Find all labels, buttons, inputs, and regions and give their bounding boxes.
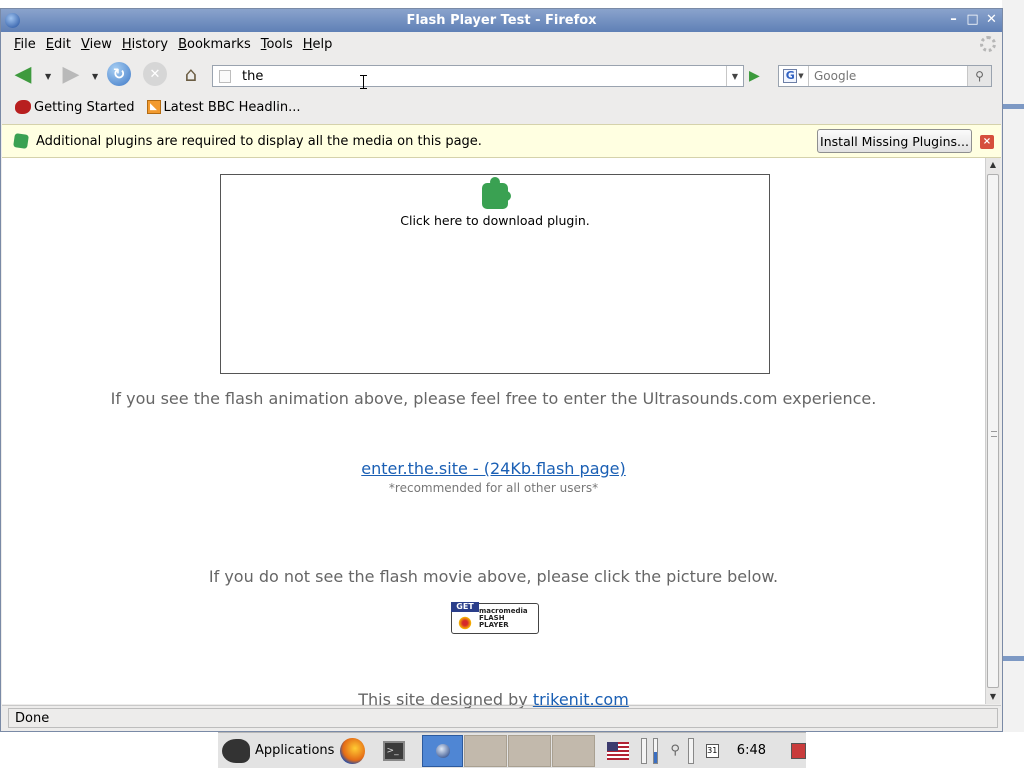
reload-icon[interactable]: ↻ [107, 62, 131, 86]
enter-site-link[interactable]: enter.the.site - (24Kb.flash page) [361, 459, 625, 478]
menu-help[interactable]: Help [298, 37, 338, 52]
window-title: Flash Player Test - Firefox [406, 13, 597, 28]
workspace-1[interactable] [464, 734, 508, 767]
notification-message: Additional plugins are required to displ… [36, 133, 482, 149]
rss-feed-icon: ◣ [146, 100, 161, 114]
menu-history[interactable]: History [117, 37, 173, 52]
close-icon[interactable]: × [980, 135, 994, 149]
menu-bar: File Edit View History Bookmarks Tools H… [1, 32, 1002, 56]
applications-menu[interactable]: Applications [222, 738, 335, 763]
window-controls: – □ ✕ [947, 12, 998, 27]
badge-text: macromedia FLASH PLAYER [479, 608, 528, 629]
flash-logo-icon [458, 616, 472, 630]
keyboard-layout-flag-icon[interactable] [606, 741, 629, 760]
minimize-button[interactable]: – [947, 12, 960, 27]
page-content: Click here to download plugin. If you se… [2, 158, 985, 709]
menu-bookmarks[interactable]: Bookmarks [173, 37, 256, 52]
firefox-launcher-icon[interactable] [340, 737, 365, 764]
menu-tools[interactable]: Tools [256, 37, 298, 52]
maximize-button[interactable]: □ [966, 12, 979, 27]
plugin-notification-bar: Additional plugins are required to displ… [2, 124, 1001, 158]
search-bar: G ▼ ⚲ [778, 65, 992, 87]
flash-intro-text: If you see the flash animation above, pl… [110, 389, 877, 408]
download-plugin-text[interactable]: Click here to download plugin. [221, 213, 769, 228]
url-input[interactable] [240, 67, 710, 85]
home-icon[interactable]: ⌂ [179, 62, 203, 86]
enter-site-line: enter.the.site - (24Kb.flash page) [2, 459, 985, 478]
desktop-background [1002, 0, 1024, 732]
bookmarks-toolbar: Getting Started ◣ Latest BBC Headlin... [1, 92, 1002, 122]
close-window-button[interactable]: ✕ [985, 12, 998, 27]
google-icon: G [783, 69, 798, 83]
taskbar: Applications >_ ⚲ 31 6:48 [218, 732, 806, 768]
text-cursor-icon [360, 75, 369, 89]
menu-edit[interactable]: Edit [41, 37, 76, 52]
scroll-grip-icon [991, 431, 997, 437]
url-bar: ▼ [212, 65, 744, 87]
status-text: Done [8, 707, 998, 728]
search-engine-selector[interactable]: G ▼ [779, 66, 809, 86]
forward-history-dropdown[interactable]: ▼ [92, 72, 98, 81]
back-history-dropdown[interactable]: ▼ [45, 72, 51, 81]
volume-level-icon[interactable] [652, 737, 659, 764]
title-bar[interactable]: Flash Player Test - Firefox – □ ✕ [1, 9, 1002, 32]
back-arrow-icon[interactable]: ◀ [11, 62, 35, 87]
stop-icon[interactable]: ✕ [143, 62, 167, 86]
bookmark-label: Latest BBC Headlin... [163, 99, 301, 115]
menu-file[interactable]: File [9, 37, 41, 52]
puzzle-plugin-icon [13, 133, 29, 149]
no-flash-instructions: If you do not see the flash movie above,… [208, 567, 779, 586]
menu-view[interactable]: View [76, 37, 117, 52]
firefox-window-icon [435, 743, 450, 758]
vertical-scrollbar[interactable]: ▲ ▼ [985, 158, 1000, 704]
magnifier-icon[interactable]: ⚲ [967, 66, 991, 86]
calendar-icon[interactable]: 31 [705, 743, 719, 758]
url-history-dropdown[interactable]: ▼ [726, 66, 743, 86]
scrollbar-thumb[interactable] [987, 174, 999, 688]
recommend-note: *recommended for all other users* [388, 481, 599, 495]
scroll-down-arrow-icon[interactable]: ▼ [986, 690, 1000, 704]
puzzle-plugin-icon [482, 177, 511, 209]
search-input[interactable] [812, 67, 962, 85]
logout-icon[interactable] [791, 742, 806, 759]
battery-icon [687, 737, 694, 764]
workspace-2[interactable] [508, 734, 551, 767]
firefox-window-icon[interactable] [5, 13, 20, 28]
xfce-mouse-icon [222, 738, 250, 763]
go-arrow-icon[interactable]: ▶ [749, 68, 765, 84]
throbber-icon [980, 36, 996, 52]
firefox-window: Flash Player Test - Firefox – □ ✕ File E… [0, 8, 1003, 732]
bookmark-label: Getting Started [34, 99, 135, 115]
navigation-toolbar: ◀ ▼ ▶ ▼ ↻ ✕ ⌂ ▼ ▶ G ▼ ⚲ [1, 56, 1002, 92]
desktop-stripe [1002, 656, 1024, 661]
network-icon[interactable]: ⚲ [670, 743, 680, 758]
bookmark-bbc-headlines[interactable]: ◣ Latest BBC Headlin... [146, 99, 301, 115]
scroll-up-arrow-icon[interactable]: ▲ [986, 158, 1000, 172]
status-bar: Done [2, 705, 1001, 729]
terminal-icon[interactable]: >_ [382, 740, 406, 761]
clock[interactable]: 6:48 [737, 743, 766, 758]
flash-player-badge[interactable]: GET macromedia FLASH PLAYER [451, 602, 539, 634]
install-missing-plugins-button[interactable]: Install Missing Plugins... [817, 129, 972, 153]
plugin-placeholder[interactable]: Click here to download plugin. [220, 174, 770, 374]
chevron-down-icon: ▼ [798, 72, 804, 80]
cpu-monitor-icon [640, 737, 647, 764]
desktop-stripe [1002, 104, 1024, 109]
bookmark-getting-started[interactable]: Getting Started [15, 100, 135, 115]
taskbar-firefox-window[interactable] [422, 734, 464, 767]
getting-started-icon [15, 100, 31, 114]
badge-get-label: GET [451, 602, 479, 612]
applications-label: Applications [255, 743, 335, 758]
badge-player: PLAYER [479, 621, 509, 629]
page-favicon-icon [219, 69, 231, 83]
workspace-3[interactable] [551, 734, 595, 767]
forward-arrow-icon[interactable]: ▶ [59, 62, 83, 87]
